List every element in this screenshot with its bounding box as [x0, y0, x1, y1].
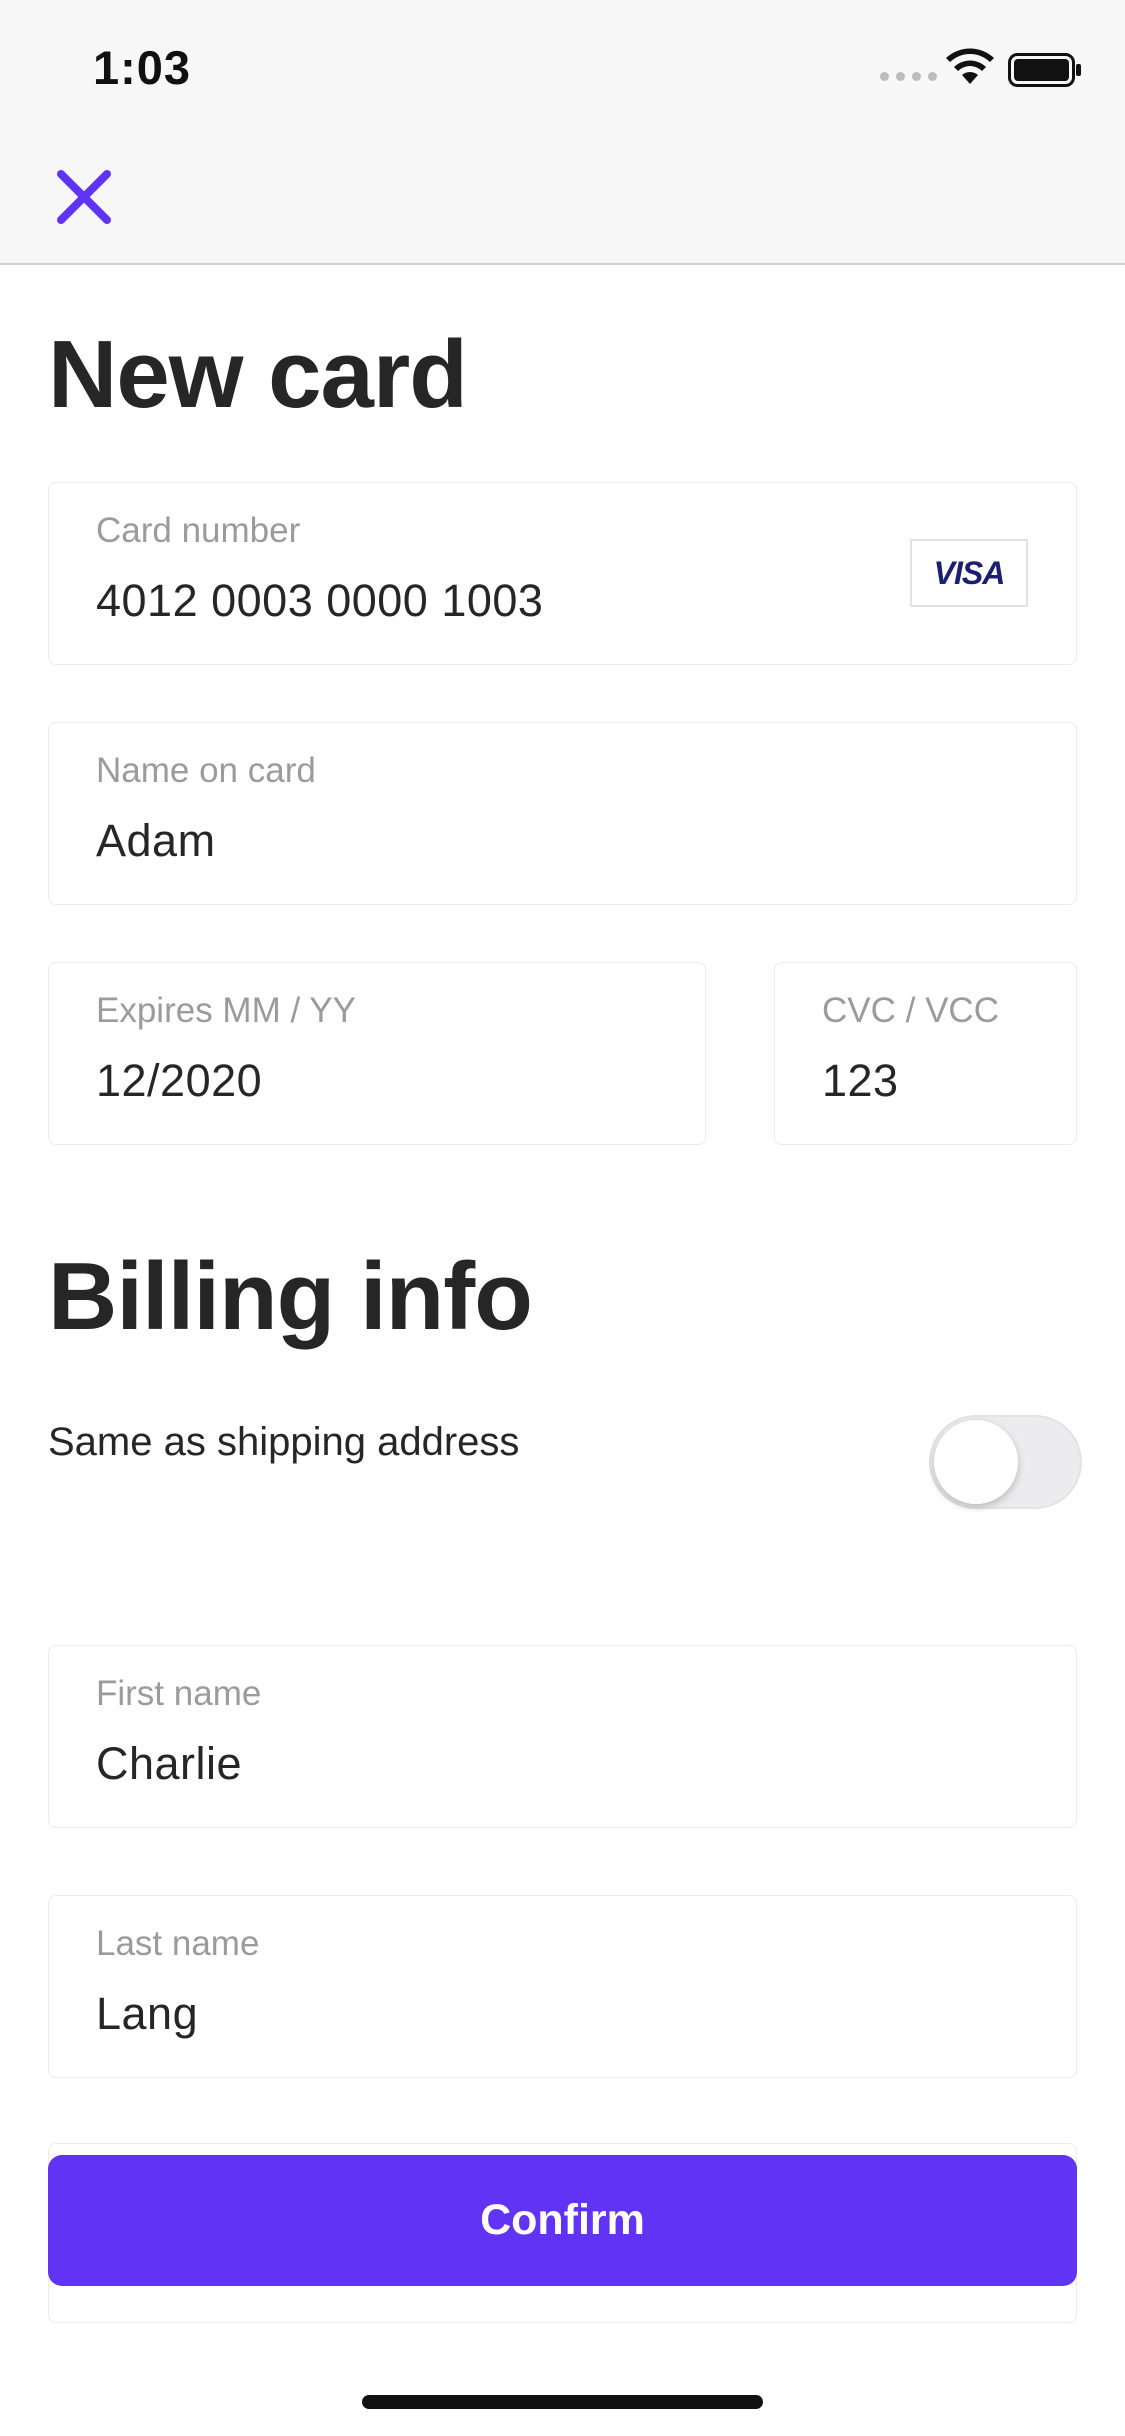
card-number-value[interactable]: 4012 0003 0000 1003: [96, 575, 543, 627]
last-name-label: Last name: [96, 1924, 260, 1963]
first-name-field[interactable]: First name Charlie: [48, 1645, 1077, 1828]
name-on-card-value[interactable]: Adam: [96, 815, 216, 867]
first-name-value[interactable]: Charlie: [96, 1738, 242, 1790]
nav-bar: [0, 120, 1125, 265]
signal-icon: [880, 72, 937, 81]
cvc-label: CVC / VCC: [822, 991, 999, 1030]
battery-icon: [1008, 53, 1081, 87]
card-number-label: Card number: [96, 511, 301, 550]
close-icon[interactable]: [55, 168, 113, 226]
first-name-label: First name: [96, 1674, 262, 1713]
expires-label: Expires MM / YY: [96, 991, 356, 1030]
last-name-field[interactable]: Last name Lang: [48, 1895, 1077, 2078]
visa-logo-icon: VISA: [910, 539, 1028, 607]
status-bar: 1:03: [0, 0, 1125, 120]
cvc-value[interactable]: 123: [822, 1055, 899, 1107]
name-on-card-label: Name on card: [96, 751, 316, 790]
new-card-title: New card: [48, 321, 468, 428]
last-name-value[interactable]: Lang: [96, 1988, 198, 2040]
status-time: 1:03: [93, 41, 192, 94]
cvc-field[interactable]: CVC / VCC 123: [774, 962, 1077, 1145]
wifi-icon: [946, 48, 994, 84]
expires-value[interactable]: 12/2020: [96, 1055, 262, 1107]
name-on-card-field[interactable]: Name on card Adam: [48, 722, 1077, 905]
billing-info-title: Billing info: [48, 1243, 533, 1350]
toggle-knob: [934, 1420, 1018, 1504]
same-as-shipping-toggle[interactable]: [929, 1415, 1082, 1509]
card-brand: VISA: [933, 554, 1006, 591]
expires-field[interactable]: Expires MM / YY 12/2020: [48, 962, 706, 1145]
card-number-field[interactable]: Card number 4012 0003 0000 1003 VISA: [48, 482, 1077, 665]
home-indicator[interactable]: [362, 2395, 763, 2409]
same-as-shipping-label: Same as shipping address: [48, 1420, 520, 1464]
confirm-button[interactable]: Confirm: [48, 2155, 1077, 2286]
